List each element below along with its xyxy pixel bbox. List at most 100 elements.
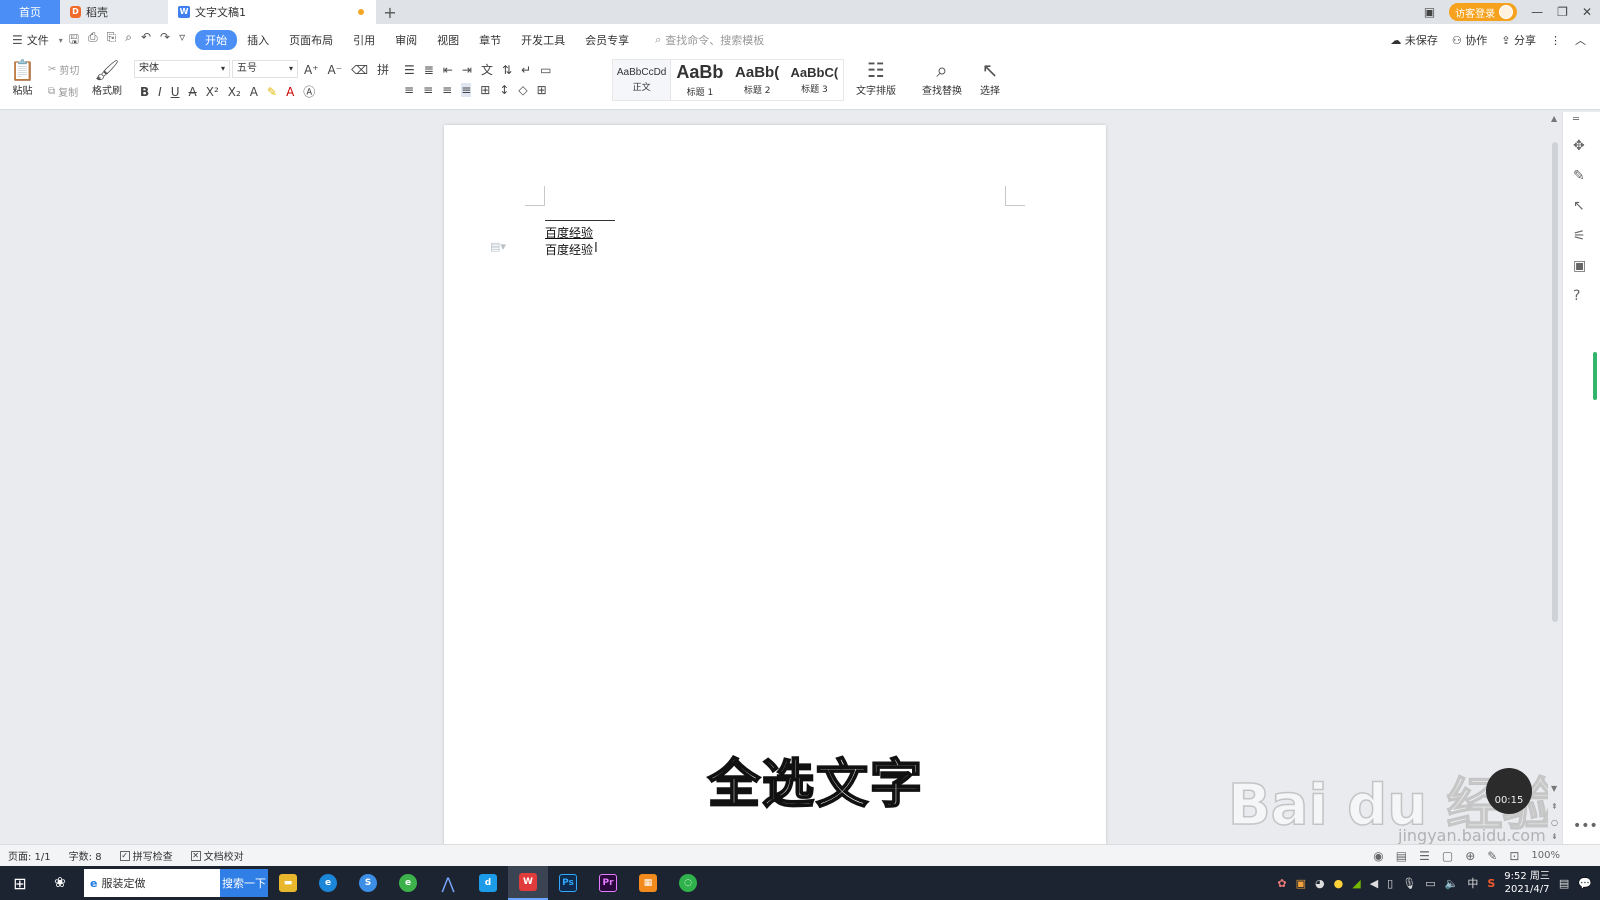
edit-pane-icon[interactable]: ✎: [1573, 168, 1585, 184]
page-view-icon[interactable]: ▤: [1396, 849, 1407, 863]
show-desktop-icon[interactable]: ▤: [1559, 877, 1569, 890]
text-effect-icon[interactable]: A: [250, 85, 258, 99]
highlight-icon[interactable]: ✎: [267, 85, 277, 99]
word-count[interactable]: 字数: 8: [69, 848, 102, 863]
new-tab-button[interactable]: +: [376, 0, 404, 24]
notification-icon[interactable]: 💬: [1578, 877, 1592, 890]
style-pane-icon[interactable]: ✥: [1573, 138, 1585, 154]
hamburger-icon[interactable]: ☰: [12, 33, 23, 47]
borders-icon[interactable]: ⊞: [537, 83, 547, 97]
eye-protect-icon[interactable]: ◉: [1373, 849, 1383, 863]
zoom-level[interactable]: 100%: [1531, 850, 1560, 861]
tab-daoke[interactable]: D 稻壳: [60, 0, 168, 24]
wps-writer-task[interactable]: W: [508, 866, 548, 900]
task-view-icon[interactable]: ❀: [40, 866, 80, 900]
file-explorer-icon[interactable]: ▬: [268, 866, 308, 900]
prev-page-icon[interactable]: ⇞: [1551, 802, 1558, 811]
photoshop-task[interactable]: Ps: [548, 866, 588, 900]
360-browser-icon[interactable]: e: [388, 866, 428, 900]
document-page[interactable]: 百度经验 ▤▾ 百度经验 I: [444, 125, 1106, 845]
taskbar-search-input[interactable]: e 服装定做: [84, 869, 220, 897]
windows-start-icon[interactable]: ⊞: [0, 874, 40, 893]
copy-button[interactable]: ⧉ 复制: [48, 84, 78, 99]
outline-view-icon[interactable]: ☰: [1419, 849, 1430, 863]
tray-note-icon[interactable]: ▣: [1296, 877, 1306, 890]
subscript-icon[interactable]: X₂: [228, 85, 241, 99]
select-button[interactable]: ↖ 选择: [980, 58, 1000, 97]
sort-icon[interactable]: ⇅: [502, 63, 512, 77]
collab-button[interactable]: ⚇ 协作: [1452, 32, 1487, 48]
collapse-ribbon-icon[interactable]: ︿: [1575, 32, 1586, 48]
menu-section[interactable]: 章节: [469, 32, 511, 48]
command-search[interactable]: ⌕ 查找命令、搜索模板: [655, 32, 764, 48]
increase-indent-icon[interactable]: ⇥: [462, 63, 472, 77]
font-size-select[interactable]: 五号 ▾: [232, 60, 298, 78]
menu-view[interactable]: 视图: [427, 32, 469, 48]
font-color-icon[interactable]: A: [286, 85, 294, 99]
tab-home[interactable]: 首页: [0, 0, 60, 24]
proofread-toggle[interactable]: ✕ 文档校对: [190, 848, 244, 863]
grow-font-icon[interactable]: A⁺: [304, 63, 319, 77]
align-center-icon[interactable]: ≡: [423, 83, 433, 97]
superscript-icon[interactable]: X²: [206, 85, 219, 99]
line-spacing-icon[interactable]: ↕: [499, 83, 509, 97]
style-heading-2[interactable]: AaBb( 标题 2: [729, 60, 786, 100]
tray-qq-icon[interactable]: ◕: [1315, 877, 1325, 890]
globe-icon[interactable]: ⊕: [1465, 849, 1475, 863]
menu-references[interactable]: 引用: [343, 32, 385, 48]
premiere-task[interactable]: Pr: [588, 866, 628, 900]
help-icon[interactable]: ?: [1573, 288, 1580, 304]
strikethrough-icon[interactable]: A: [189, 85, 197, 99]
close-icon[interactable]: ✕: [1582, 5, 1592, 19]
network-icon[interactable]: ▭: [1425, 877, 1435, 890]
taskbar-search-button[interactable]: 搜索一下: [220, 869, 268, 897]
sogou-ime-icon[interactable]: S: [1487, 877, 1495, 890]
more-pane-icon[interactable]: •••: [1573, 818, 1598, 834]
select-pane-icon[interactable]: ↖: [1573, 198, 1585, 214]
phonetic-icon[interactable]: 拼: [377, 61, 389, 78]
spell-check-toggle[interactable]: ✓ 拼写检查: [119, 848, 173, 863]
print-preview-icon[interactable]: ⌕: [125, 30, 132, 51]
vector-app-icon[interactable]: ⋀: [428, 866, 468, 900]
align-right-icon[interactable]: ≡: [442, 83, 452, 97]
style-heading-1[interactable]: AaBb 标题 1: [671, 60, 728, 100]
wechat-task[interactable]: ◌: [668, 866, 708, 900]
print-icon[interactable]: ⎘: [107, 30, 117, 51]
video-app-icon[interactable]: d: [468, 866, 508, 900]
doc-paragraph-2[interactable]: 百度经验: [545, 241, 593, 258]
restore-icon[interactable]: ❐: [1557, 5, 1568, 19]
tray-app-icon[interactable]: ✿: [1277, 877, 1286, 890]
ime-indicator[interactable]: 中: [1467, 875, 1478, 891]
menu-insert[interactable]: 插入: [237, 32, 279, 48]
distribute-icon[interactable]: ⊞: [480, 83, 490, 97]
show-marks-icon[interactable]: ↵: [521, 63, 531, 77]
find-replace-button[interactable]: ⌕ 查找替换: [922, 58, 962, 97]
mic-icon[interactable]: 🎙: [1402, 877, 1416, 890]
scroll-thumb[interactable]: [1552, 142, 1558, 622]
format-painter-button[interactable]: 🖌 格式刷: [92, 58, 122, 97]
font-name-select[interactable]: 宋体 ▾: [134, 60, 230, 78]
text-layout-button[interactable]: ☷ 文字排版: [856, 58, 896, 97]
justify-icon[interactable]: ≡: [461, 83, 472, 97]
menu-review[interactable]: 审阅: [385, 32, 427, 48]
volume-icon[interactable]: 🔈: [1445, 877, 1459, 890]
next-page-icon[interactable]: ⇟: [1551, 832, 1558, 841]
scroll-down-icon[interactable]: ▼: [1551, 784, 1557, 793]
align-left-icon[interactable]: ≡: [404, 83, 414, 97]
unsaved-button[interactable]: ☁ 未保存: [1390, 32, 1438, 48]
cut-button[interactable]: ✂ 剪切: [48, 62, 79, 77]
menu-file[interactable]: 文件: [23, 32, 59, 48]
guest-login-button[interactable]: 访客登录: [1449, 3, 1518, 21]
backup-pane-icon[interactable]: ▣: [1573, 258, 1586, 274]
scroll-up-icon[interactable]: ▲: [1551, 114, 1557, 123]
pane-menu-icon[interactable]: ═: [1573, 114, 1579, 125]
tray-nvidia-icon[interactable]: ◢: [1352, 877, 1360, 890]
web-view-icon[interactable]: ▢: [1442, 849, 1453, 863]
more-icon[interactable]: ⋮: [1550, 34, 1561, 47]
chinese-layout-icon[interactable]: 文: [481, 61, 493, 78]
tray-arrow-icon[interactable]: ◀: [1370, 877, 1378, 890]
table-tool-icon[interactable]: ▭: [540, 63, 551, 77]
usb-icon[interactable]: ▯: [1387, 877, 1393, 890]
layout-toggle-icon[interactable]: ▣: [1424, 5, 1435, 19]
menu-home[interactable]: 开始: [195, 30, 238, 50]
